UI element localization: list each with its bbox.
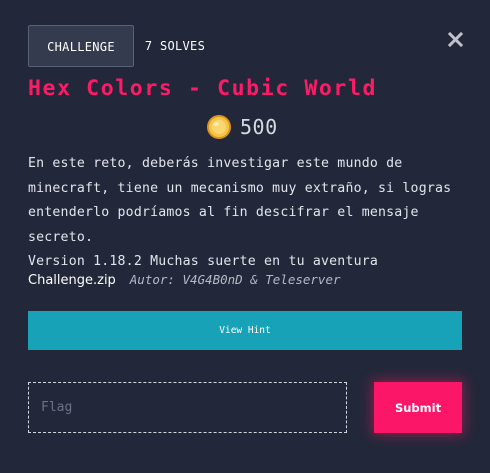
gold-coin-icon: [206, 114, 232, 140]
challenge-title: Hex Colors - Cubic World: [28, 76, 378, 101]
tab-solves[interactable]: 7 SOLVES: [136, 25, 214, 67]
description-line: entenderlo podríamos al fin descifrar el…: [28, 205, 419, 220]
flag-input[interactable]: [28, 382, 347, 433]
file-download-link[interactable]: Challenge.zip: [28, 273, 116, 288]
challenge-points: 500: [206, 114, 278, 140]
challenge-author: Autor: V4G4B0nD & Teleserver: [129, 272, 341, 287]
challenge-files: Challenge.zip Autor: V4G4B0nD & Teleserv…: [28, 272, 341, 288]
challenge-modal: CHALLENGE 7 SOLVES Hex Colors - Cubic Wo…: [0, 0, 490, 473]
description-line: secreto.: [28, 229, 94, 245]
description-line: En este reto, deberás investigar este mu…: [28, 156, 403, 171]
modal-tabs: CHALLENGE 7 SOLVES: [28, 25, 214, 67]
points-value: 500: [240, 115, 278, 139]
view-hint-button[interactable]: View Hint: [28, 311, 462, 350]
close-icon[interactable]: [447, 31, 464, 48]
description-line: Version 1.18.2 Muchas suerte en tu avent…: [28, 254, 379, 269]
submit-button[interactable]: Submit: [374, 382, 462, 433]
challenge-description: En este reto, deberás investigar este mu…: [28, 152, 468, 275]
description-line: minecraft, tiene un mecanismo muy extrañ…: [28, 180, 452, 196]
tab-challenge[interactable]: CHALLENGE: [28, 25, 134, 67]
